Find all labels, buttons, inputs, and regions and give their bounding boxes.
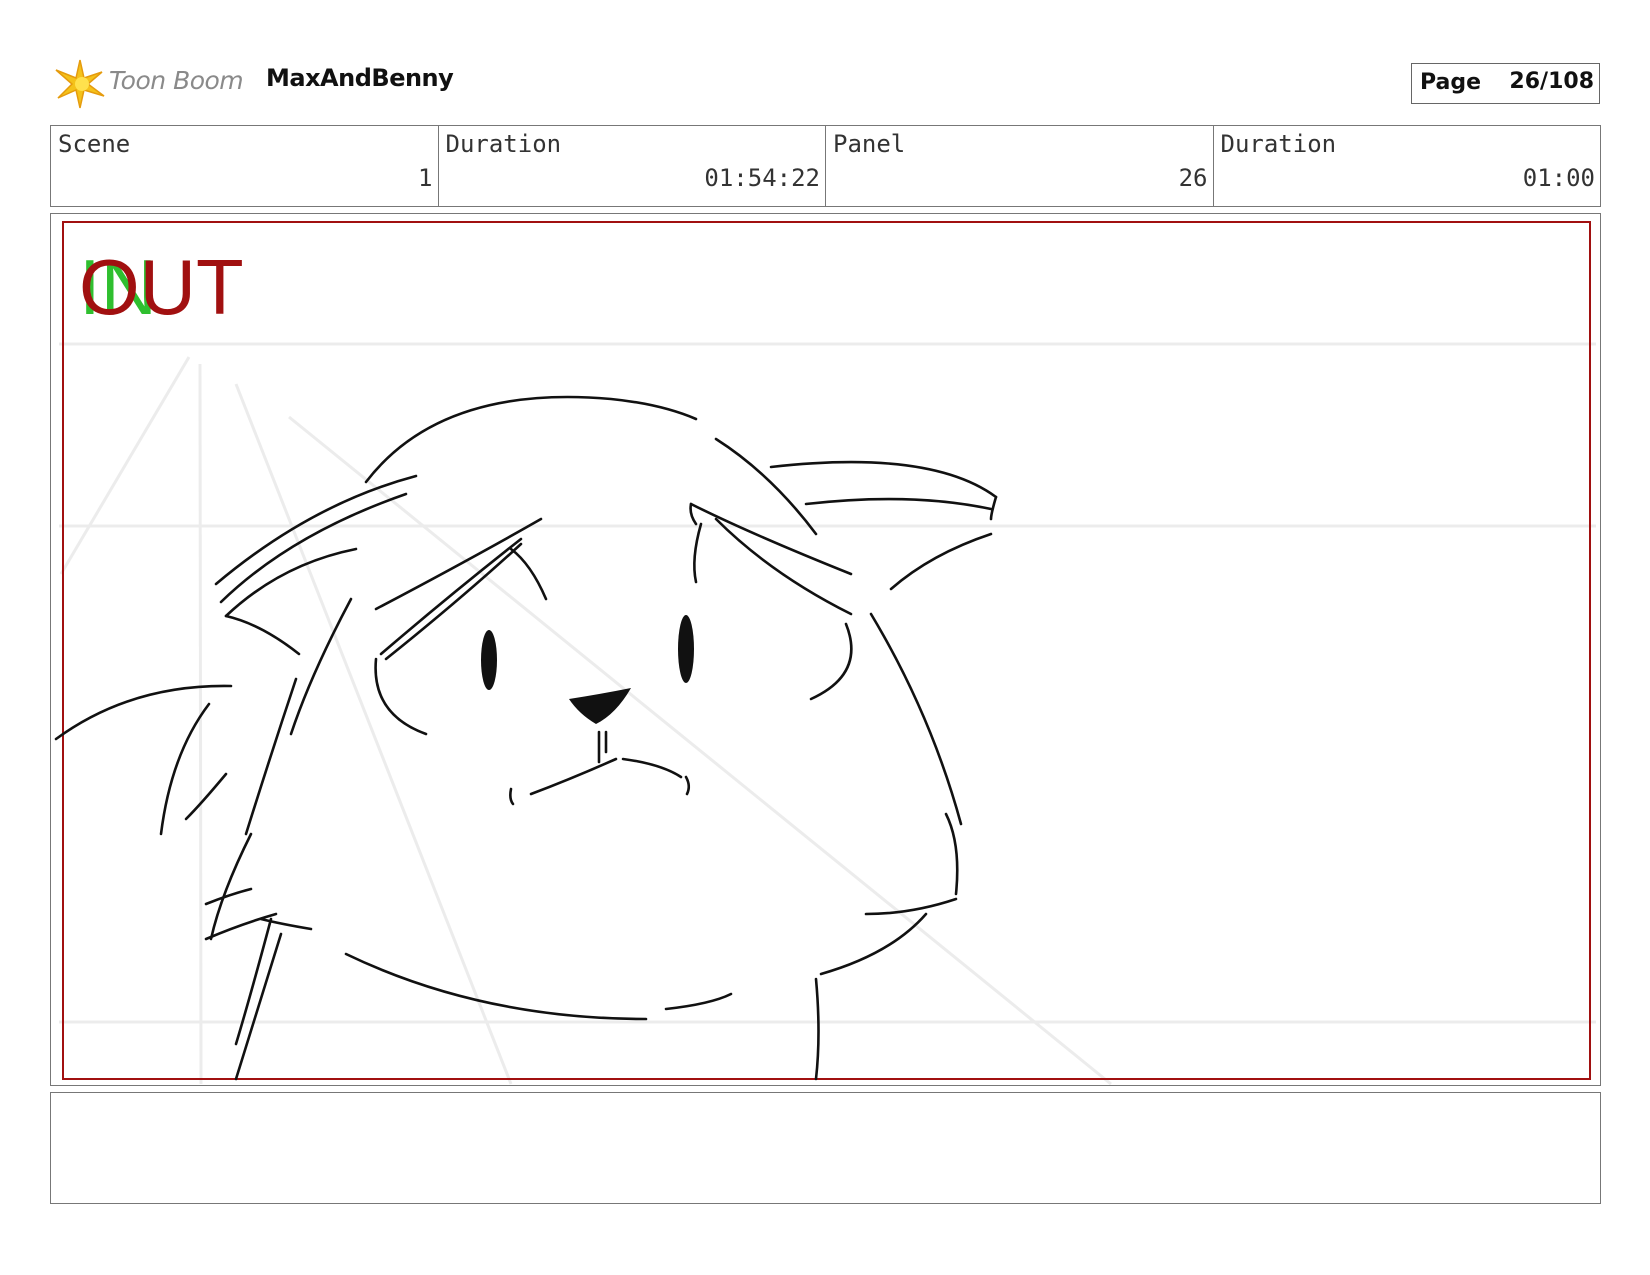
character-sketch xyxy=(54,395,998,1081)
scene-duration-label: Duration xyxy=(445,130,562,158)
panel-cell: Panel 26 xyxy=(825,126,1213,206)
nose xyxy=(569,688,631,724)
in-out-marker: IN OUT xyxy=(79,242,279,332)
panel-duration-label: Duration xyxy=(1220,130,1337,158)
panel-duration-value: 01:00 xyxy=(1522,164,1595,192)
panel-drawing xyxy=(54,221,1596,1085)
storyboard-panel: IN OUT xyxy=(50,213,1601,1086)
camera-frame xyxy=(62,221,1591,1080)
left-eye xyxy=(481,630,497,690)
scene-label: Scene xyxy=(58,130,131,158)
panel-value: 26 xyxy=(1178,164,1208,192)
notes-box xyxy=(50,1092,1601,1204)
page-label: Page xyxy=(1420,70,1482,95)
scene-duration-value: 01:54:22 xyxy=(704,164,820,192)
panel-label: Panel xyxy=(833,130,906,158)
scene-cell: Scene 1 xyxy=(51,126,438,206)
panel-duration-cell: Duration 01:00 xyxy=(1212,126,1601,206)
logo-text: Toon Boom xyxy=(109,66,244,95)
info-table: Scene 1 Duration 01:54:22 Panel 26 Durat… xyxy=(50,125,1601,207)
scene-value: 1 xyxy=(418,164,433,192)
toon-boom-logo: Toon Boom xyxy=(54,58,254,110)
page-number: 26/108 xyxy=(1509,69,1594,94)
right-eye xyxy=(678,615,694,683)
page-indicator: Page 26/108 xyxy=(1411,63,1600,104)
project-title: MaxAndBenny xyxy=(266,64,454,92)
toon-boom-star-icon xyxy=(55,59,105,109)
out-marker: OUT xyxy=(79,243,244,331)
scene-duration-cell: Duration 01:54:22 xyxy=(437,126,826,206)
